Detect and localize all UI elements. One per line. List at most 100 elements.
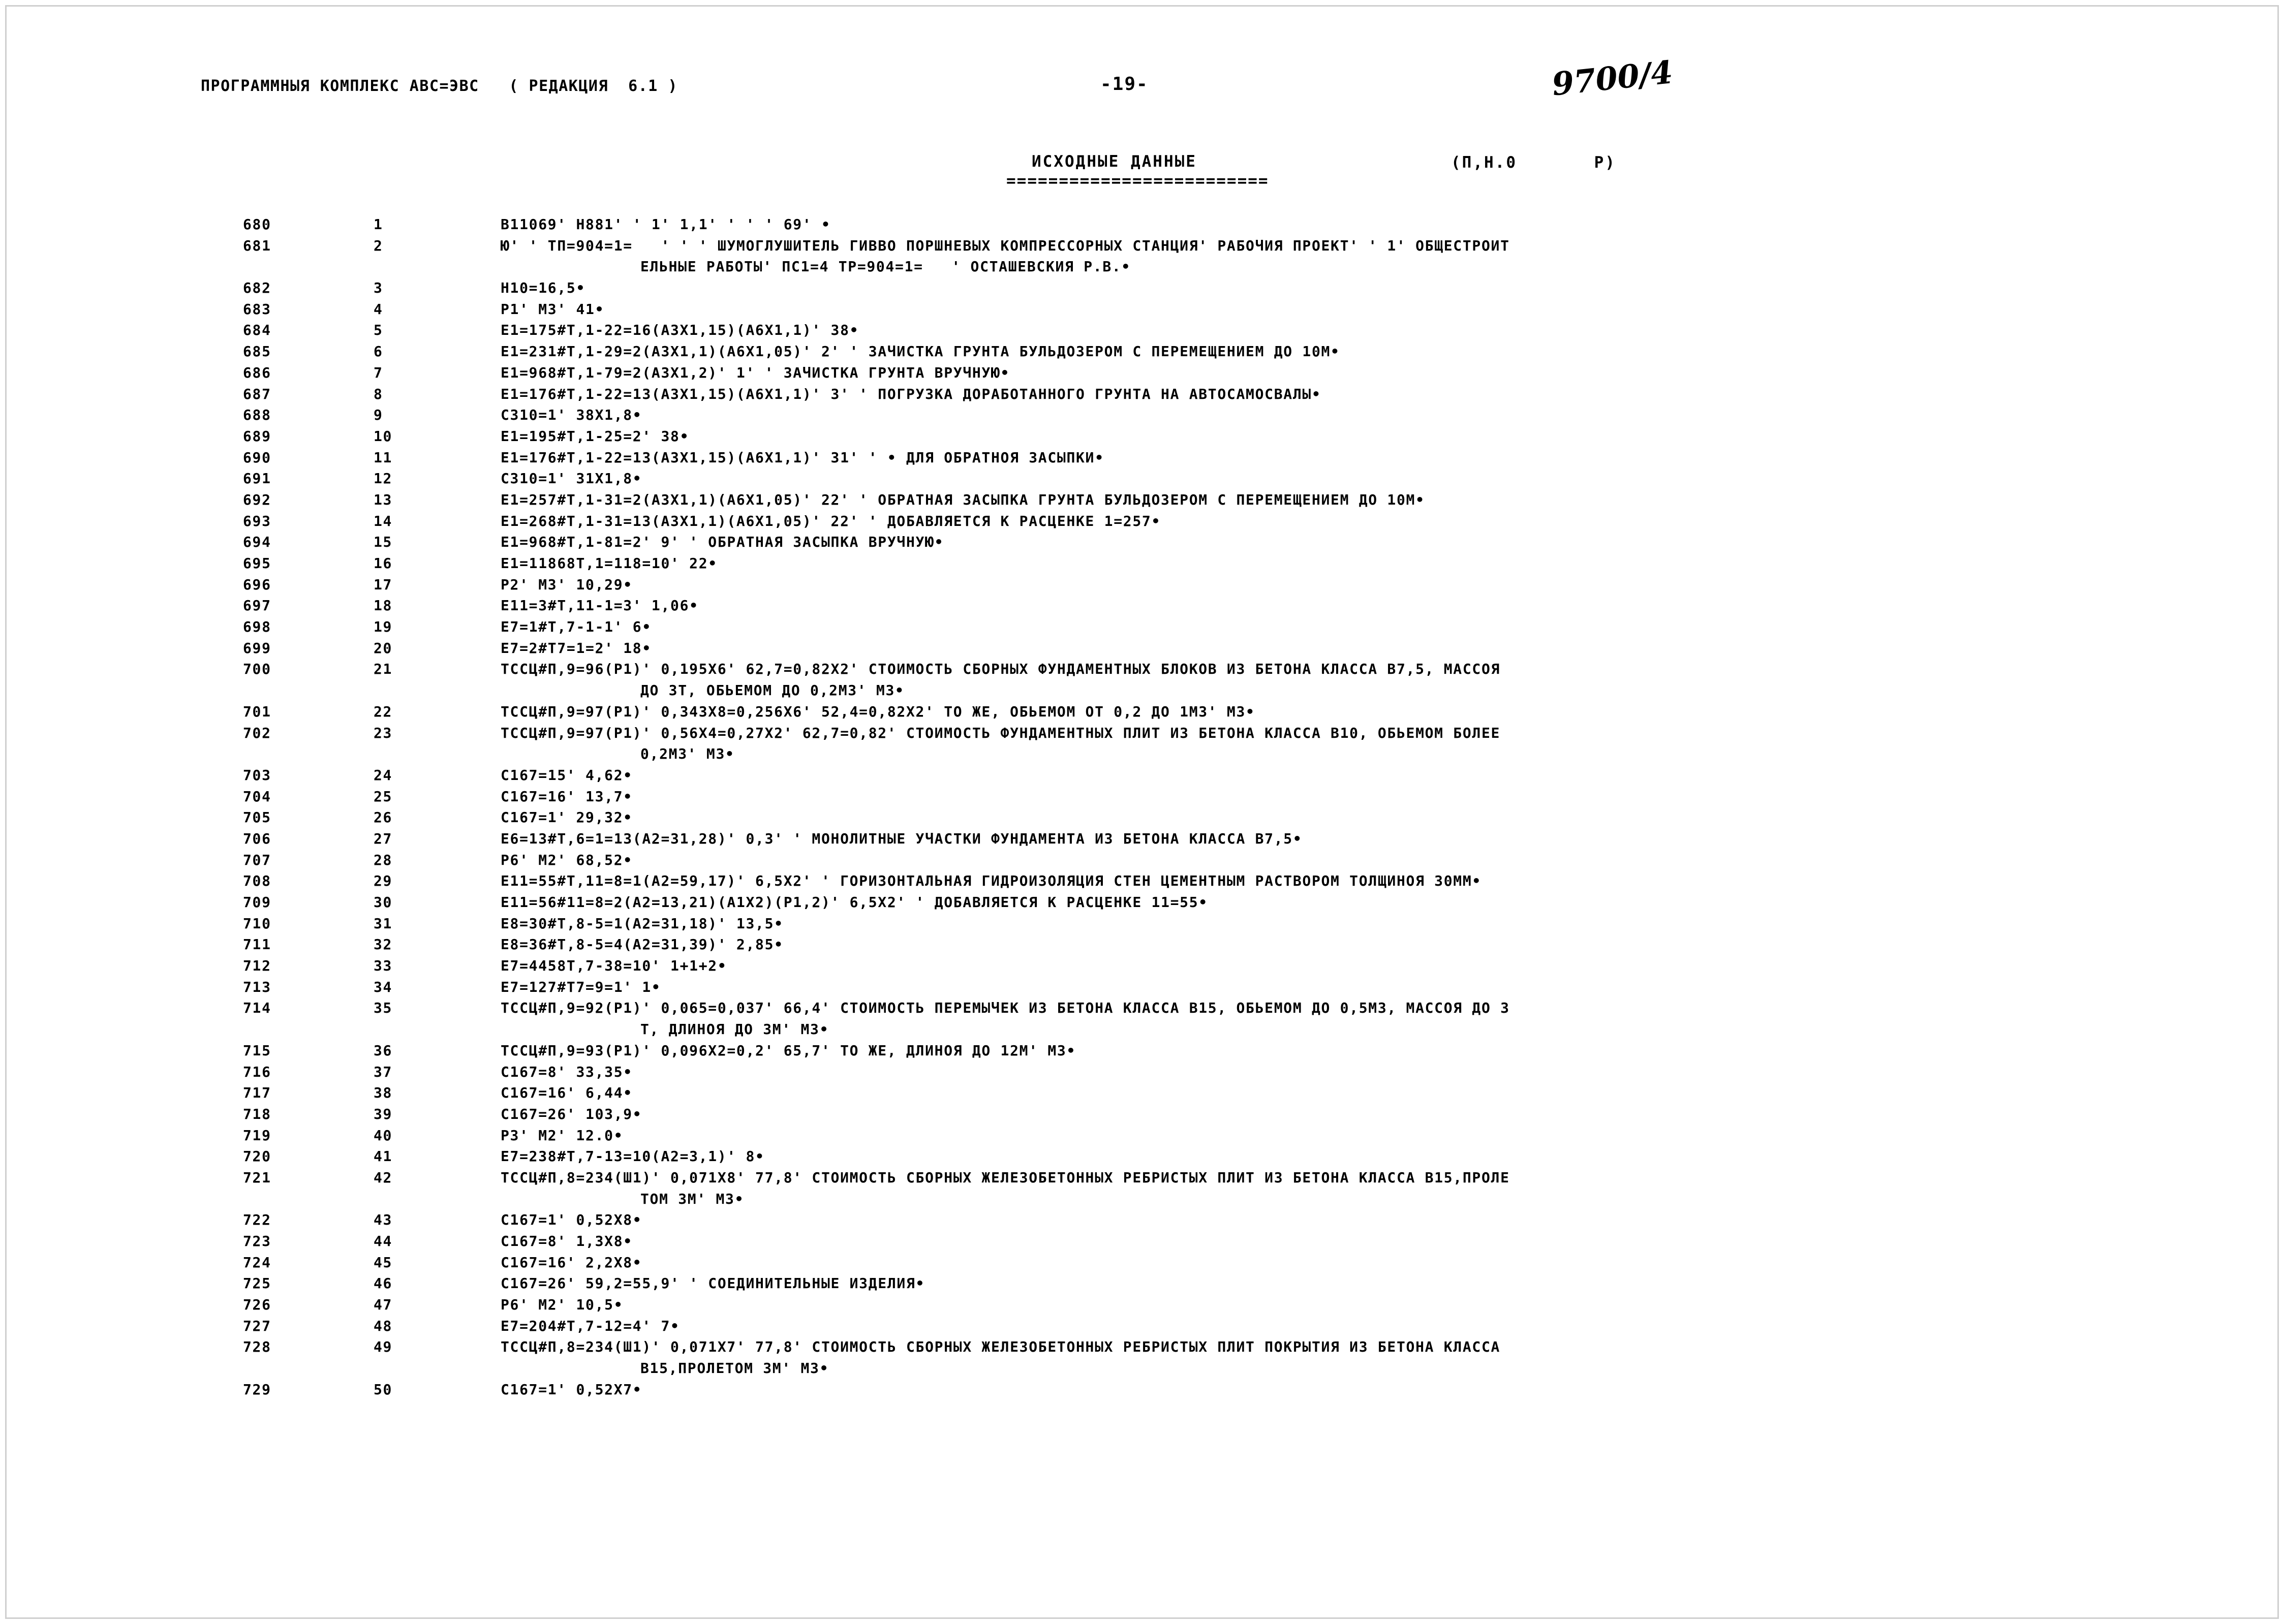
row-content-text: E7=1#Т,7-1-1' 6• [501, 618, 652, 636]
row-content-text: ТССЦ#П,8=234(Ш1)' 0,071Х8' 77,8' СТОИМОС… [501, 1169, 1510, 1186]
row-sequence-number: 3 [374, 279, 383, 297]
listing-continuation-row: Т, ДЛИНОЯ ДО 3М' М3• [0, 1021, 2284, 1042]
row-line-number: 718 [243, 1105, 271, 1122]
row-sequence-number: 22 [374, 703, 393, 720]
section-title: ИСХОДНЫЕ ДАННЫЕ [1032, 152, 1197, 171]
row-line-number: 685 [243, 343, 271, 360]
listing-row: 696 17 Р2' М3' 10,29• [0, 576, 2284, 598]
row-line-number: 715 [243, 1042, 271, 1059]
listing-row: 711 32 E8=36#Т,8-5=4(А2=31,39)' 2,85• [0, 936, 2284, 957]
row-content-text: Р1' М3' 41• [501, 300, 605, 318]
listing-row: 705 26 C167=1' 29,32• [0, 809, 2284, 830]
row-content-text: E1=968#Т,1-79=2(А3Х1,2)' 1' ' ЗАЧИСТКА Г… [501, 364, 1010, 381]
printout-sheet: ПРОГРАММНЫЯ КОМПЛЕКС АВС=ЭВС ( РЕДАКЦИЯ … [0, 0, 2284, 1624]
row-sequence-number: 12 [374, 470, 393, 487]
listing-row: 717 38 C167=16' 6,44• [0, 1084, 2284, 1106]
listing-row: 684 5 E1=175#Т,1-22=16(А3Х1,15)(А6Х1,1)' 3… [0, 322, 2284, 343]
row-sequence-number: 11 [374, 449, 393, 466]
row-line-number: 726 [243, 1296, 271, 1314]
row-sequence-number: 5 [374, 322, 383, 339]
row-sequence-number: 6 [374, 343, 383, 360]
row-content-text: C310=1' 31Х1,8• [501, 470, 642, 487]
row-sequence-number: 18 [374, 597, 393, 614]
row-content-text: B11069' H881' ' 1' 1,1' ' ' ' 69' • [501, 216, 831, 233]
row-sequence-number: 16 [374, 555, 393, 572]
row-content-text: C167=1' 29,32• [501, 809, 633, 826]
row-content-text: E1=195#Т,1-25=2' 38• [501, 427, 690, 445]
listing-row: 721 42 ТССЦ#П,8=234(Ш1)' 0,071Х8' 77,8' СТ… [0, 1169, 2284, 1191]
row-content-text: C167=8' 33,35• [501, 1063, 633, 1080]
row-line-number: 716 [243, 1063, 271, 1080]
row-content-text: E6=13#Т,6=1=13(А2=31,28)' 0,3' ' МОНОЛИТ… [501, 830, 1303, 847]
row-sequence-number: 32 [374, 936, 393, 953]
row-content-text: ТОМ 3М' М3• [640, 1190, 745, 1207]
listing-row: 714 35 ТССЦ#П,9=92(Р1)' 0,065=0,037' 66,4'… [0, 1000, 2284, 1021]
listing-row: 722 43 C167=1' 0,52Х8• [0, 1211, 2284, 1233]
listing-row: 685 6 E1=231#Т,1-29=2(А3Х1,1)(А6Х1,05)' 2'… [0, 343, 2284, 364]
row-sequence-number: 33 [374, 957, 393, 975]
row-sequence-number: 43 [374, 1211, 393, 1229]
row-content-text: Т, ДЛИНОЯ ДО 3М' М3• [640, 1021, 829, 1038]
row-content-text: Ю' ' ТП=904=1= ' ' ' ШУМОГЛУШИТЕЛЬ ГИВВО… [501, 237, 1510, 254]
row-content-text: E7=127#Т7=9=1' 1• [501, 978, 661, 995]
row-line-number: 717 [243, 1084, 271, 1102]
listing-continuation-row: ЕЛЬНЫЕ РАБОТЫ' ПС1=4 ТР=904=1= ' ОСТАШЕВ… [0, 258, 2284, 279]
listing-row: 709 30 E11=56#11=8=2(А2=13,21)(А1Х2)(Р1,2)… [0, 894, 2284, 915]
row-line-number: 722 [243, 1211, 271, 1229]
row-sequence-number: 39 [374, 1105, 393, 1122]
row-line-number: 699 [243, 639, 271, 657]
listing-row: 691 12 C310=1' 31Х1,8• [0, 470, 2284, 491]
listing-row: 720 41 E7=238#Т,7-13=10(А2=3,1)' 8• [0, 1148, 2284, 1169]
row-sequence-number: 46 [374, 1275, 393, 1292]
listing-body: 680 1 B11069' H881' ' 1' 1,1' ' ' ' 69' • 6… [0, 216, 2284, 1402]
listing-row: 695 16 E1=11868Т,1=118=10' 22• [0, 555, 2284, 576]
row-content-text: C167=26' 103,9• [501, 1105, 642, 1122]
row-sequence-number: 20 [374, 639, 393, 657]
row-line-number: 706 [243, 830, 271, 847]
row-sequence-number: 24 [374, 766, 393, 784]
listing-row: 687 8 E1=176#Т,1-22=13(А3Х1,15)(А6Х1,1)' 3… [0, 386, 2284, 407]
row-sequence-number: 50 [374, 1381, 393, 1398]
listing-row: 699 20 E7=2#Т7=1=2' 18• [0, 640, 2284, 661]
listing-row: 697 18 E11=3#Т,11-1=3' 1,06• [0, 597, 2284, 618]
row-line-number: 714 [243, 1000, 271, 1017]
listing-row: 686 7 E1=968#Т,1-79=2(А3Х1,2)' 1' ' ЗАЧИСТ… [0, 364, 2284, 386]
row-sequence-number: 40 [374, 1127, 393, 1144]
listing-row: 683 4 Р1' М3' 41• [0, 301, 2284, 322]
listing-row: 719 40 Р3' М2' 12.0• [0, 1127, 2284, 1148]
row-sequence-number: 4 [374, 300, 383, 318]
row-content-text: ТССЦ#П,9=97(Р1)' 0,343Х8=0,256Х6' 52,4=0… [501, 703, 1255, 720]
row-sequence-number: 14 [374, 512, 393, 529]
row-sequence-number: 42 [374, 1169, 393, 1186]
row-line-number: 719 [243, 1127, 271, 1144]
row-line-number: 711 [243, 936, 271, 953]
row-content-text: C167=16' 13,7• [501, 788, 633, 805]
listing-row: 682 3 H10=16,5• [0, 279, 2284, 301]
row-sequence-number: 26 [374, 809, 393, 826]
row-content-text: ТССЦ#П,9=93(Р1)' 0,096Х2=0,2' 65,7' ТО Ж… [501, 1042, 1076, 1059]
row-line-number: 687 [243, 385, 271, 402]
row-content-text: В15,ПРОЛЕТОМ 3М' М3• [640, 1360, 829, 1377]
row-sequence-number: 7 [374, 364, 383, 381]
row-content-text: E1=268#Т,1-31=13(А3Х1,1)(А6Х1,05)' 22' '… [501, 512, 1161, 529]
row-content-text: Р6' М2' 10,5• [501, 1296, 624, 1314]
row-line-number: 710 [243, 915, 271, 932]
row-content-text: ТССЦ#П,8=234(Ш1)' 0,071Х7' 77,8' СТОИМОС… [501, 1338, 1501, 1356]
row-sequence-number: 44 [374, 1233, 393, 1250]
row-content-text: ДО 3Т, ОБЬЕМОМ ДО 0,2М3' М3• [640, 682, 905, 699]
row-content-text: E11=56#11=8=2(А2=13,21)(А1Х2)(Р1,2)' 6,5… [501, 894, 1208, 911]
row-content-text: C167=1' 0,52Х8• [501, 1211, 642, 1229]
row-content-text: E11=3#Т,11-1=3' 1,06• [501, 597, 699, 614]
row-sequence-number: 13 [374, 491, 393, 508]
row-line-number: 682 [243, 279, 271, 297]
listing-row: 702 23 ТССЦ#П,9=97(Р1)' 0,56Х4=0,27Х2' 62,… [0, 725, 2284, 746]
row-content-text: E8=36#Т,8-5=4(А2=31,39)' 2,85• [501, 936, 784, 953]
row-content-text: E11=55#Т,11=8=1(А2=59,17)' 6,5Х2' ' ГОРИ… [501, 872, 1481, 890]
row-content-text: C310=1' 38Х1,8• [501, 407, 642, 424]
row-line-number: 707 [243, 851, 271, 868]
listing-row: 707 28 Р6' М2' 68,52• [0, 852, 2284, 873]
row-line-number: 684 [243, 322, 271, 339]
row-line-number: 727 [243, 1317, 271, 1334]
listing-row: 681 2 Ю' ' ТП=904=1= ' ' ' ШУМОГЛУШИТЕЛЬ Г… [0, 237, 2284, 259]
row-content-text: C167=16' 2,2Х8• [501, 1254, 642, 1271]
